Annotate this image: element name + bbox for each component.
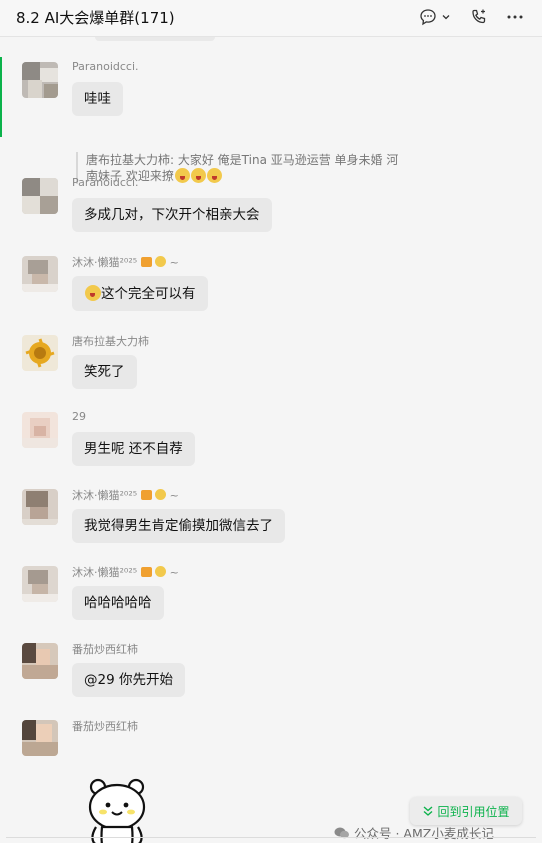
sender-name: 沐沐·懒猫²⁰²⁵ ~ — [72, 564, 179, 580]
avatar[interactable] — [22, 335, 58, 371]
chevron-down-icon[interactable] — [440, 6, 452, 28]
jump-button-label: 回到引用位置 — [437, 804, 510, 819]
tongue-emoji-icon — [206, 168, 222, 183]
title-bar: 8.2 AI大会爆单群(171) — [0, 0, 542, 37]
name-suffix: ~ — [169, 256, 179, 269]
message-text: 这个完全可以有 — [101, 286, 196, 302]
cat-emoji-icon — [140, 490, 152, 500]
sender-name: 沐沐·懒猫²⁰²⁵ ~ — [72, 254, 179, 270]
message-bubble[interactable]: 哇哇 — [72, 82, 123, 116]
tongue-emoji-icon — [174, 168, 190, 183]
avatar[interactable] — [22, 643, 58, 679]
party-face-emoji-icon — [85, 285, 101, 301]
sender-name: 沐沐·懒猫²⁰²⁵ ~ — [72, 487, 179, 503]
avatar[interactable] — [22, 489, 58, 525]
avatar[interactable] — [22, 62, 58, 98]
phone-icon[interactable] — [468, 6, 490, 28]
more-icon[interactable] — [504, 6, 526, 28]
chat-title: 8.2 AI大会爆单群(171) — [16, 9, 175, 27]
sender-name: Paranoidcci. — [72, 176, 139, 189]
avatar[interactable] — [22, 566, 58, 602]
tongue-emoji-icon — [190, 168, 206, 183]
sender-name: 唐布拉基大力柿 — [72, 335, 149, 348]
message-bubble[interactable]: 男生呢 还不自荐 — [72, 432, 195, 466]
message-bubble[interactable]: 这个完全可以有 — [72, 276, 208, 311]
face-emoji-icon — [155, 256, 167, 267]
sender-name-text: 沐沐·懒猫²⁰²⁵ — [72, 256, 138, 269]
cat-emoji-icon — [140, 257, 152, 267]
sender-name: 番茄炒西红柿 — [72, 643, 138, 656]
avatar[interactable] — [22, 412, 58, 448]
message-bubble[interactable]: 笑死了 — [72, 355, 137, 389]
jump-to-quote-button[interactable]: 回到引用位置 — [410, 797, 522, 825]
name-suffix: ~ — [169, 489, 179, 502]
sender-name: 29 — [72, 410, 86, 423]
clipped-bubble — [95, 37, 215, 41]
highlight-bar — [0, 57, 2, 137]
chat-bubble-icon[interactable] — [418, 6, 438, 28]
sender-name: Paranoidcci. — [72, 60, 139, 73]
avatar[interactable] — [22, 178, 58, 214]
sender-name-text: 沐沐·懒猫²⁰²⁵ — [72, 489, 138, 502]
sender-name: 番茄炒西红柿 — [72, 720, 138, 733]
chat-area[interactable]: Paranoidcci. 哇哇 唐布拉基大力柿: 大家好 俺是Tina 亚马逊运… — [0, 37, 542, 843]
avatar[interactable] — [22, 256, 58, 292]
message-bubble[interactable]: 多成几对，下次开个相亲大会 — [72, 198, 272, 232]
face-emoji-icon — [155, 566, 167, 577]
face-emoji-icon — [155, 489, 167, 500]
bear-sticker[interactable] — [84, 777, 150, 843]
avatar[interactable] — [22, 720, 58, 756]
name-suffix: ~ — [169, 566, 179, 579]
input-area-edge — [6, 837, 536, 843]
sender-name-text: 沐沐·懒猫²⁰²⁵ — [72, 566, 138, 579]
message-bubble[interactable]: 我觉得男生肯定偷摸加微信去了 — [72, 509, 285, 543]
cat-emoji-icon — [140, 567, 152, 577]
message-bubble[interactable]: 哈哈哈哈哈 — [72, 586, 164, 620]
message-bubble[interactable]: @29 你先开始 — [72, 663, 185, 697]
double-chevron-down-icon — [424, 806, 433, 816]
